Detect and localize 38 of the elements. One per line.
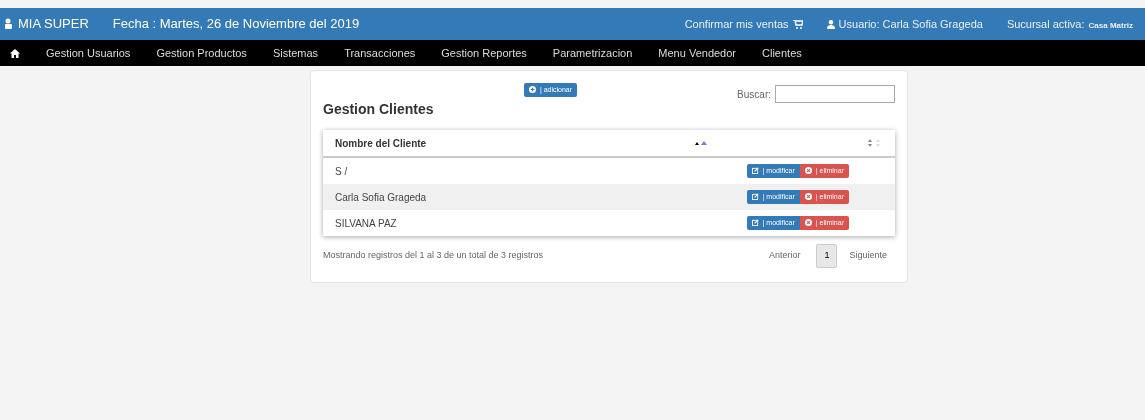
confirm-sales-link[interactable]: Confirmar mis ventas [684, 15, 803, 33]
home-icon[interactable] [10, 48, 20, 58]
edit-icon [751, 193, 759, 201]
client-name-cell-text: Carla Sofia Grageda [335, 190, 428, 205]
menu-item[interactable]: Parametrizacion [552, 44, 633, 62]
remove-icon [804, 193, 812, 201]
user-label: Usuario: Carla Sofia Grageda [838, 16, 983, 32]
branch-label: Sucursal activa: [1006, 16, 1085, 32]
client-name-cell-text: SILVANA PAZ [335, 216, 398, 231]
search-label: Buscar: [737, 87, 771, 102]
brand[interactable]: MIA SUPER [18, 14, 89, 34]
menu-item[interactable]: Transacciones [344, 44, 416, 62]
next-link[interactable]: Siguiente [849, 249, 887, 263]
branch-name: Casa Matriz [1088, 19, 1133, 32]
remove-icon [804, 219, 812, 227]
panel-title: Gestion Clientes [323, 100, 434, 119]
sort-icon[interactable] [867, 138, 881, 148]
brand-icon [4, 18, 14, 30]
sort-ascending-icon[interactable] [695, 140, 707, 146]
user-icon [826, 19, 835, 29]
remove-icon [804, 167, 812, 175]
records-info: Mostrando registros del 1 al 3 de un total de 3 registros [323, 249, 544, 262]
page-button[interactable]: 1 [816, 244, 838, 268]
date-label: Fecha : Martes, 26 de Noviembre del 2019 [112, 15, 360, 34]
plus-icon [528, 86, 536, 94]
cart-icon [792, 19, 803, 29]
client-name-cell-text: S / [335, 164, 349, 179]
menu-item[interactable]: Sistemas [272, 44, 319, 62]
menu-item[interactable]: Gestion Productos [156, 44, 247, 62]
menu-item[interactable]: Menu Vendedor [658, 44, 736, 62]
menu-item[interactable]: Gestion Usuarios [46, 44, 131, 62]
previous-link[interactable]: Anterior [768, 249, 801, 263]
column-header[interactable]: Nombre del Cliente [335, 135, 695, 151]
edit-icon [751, 167, 759, 175]
menu-item[interactable]: Clientes [762, 44, 802, 62]
menu-item[interactable]: Gestion Reportes [441, 44, 527, 62]
search-field[interactable] [775, 85, 895, 103]
edit-icon [751, 219, 759, 227]
